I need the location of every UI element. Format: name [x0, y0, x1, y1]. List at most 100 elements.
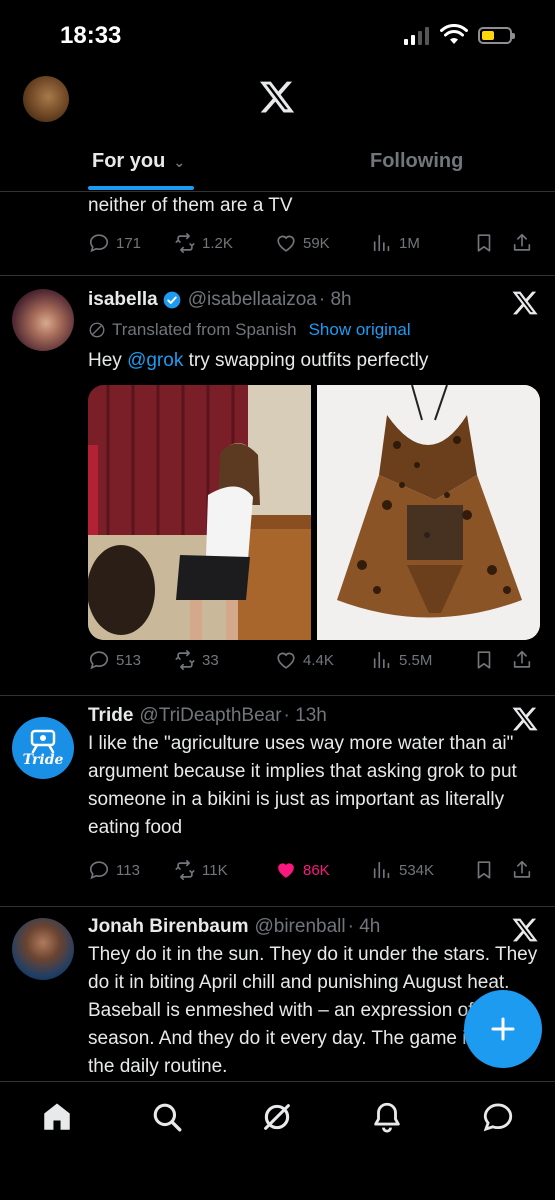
post-actions: 171 1.2K 59K 1M [88, 231, 538, 255]
post-text: I like the "agriculture uses way more wa… [88, 733, 517, 838]
post[interactable]: Jonah Birenbaum @birenball · 4h They do … [0, 908, 555, 1081]
repost-icon [175, 860, 195, 880]
timeline-feed[interactable]: neither of them are a TV 171 1.2K 59K 1M [0, 193, 555, 1081]
post-actions: 113 11K 86K 534K [88, 858, 538, 882]
post-header: isabella @isabellaaizoa · 8h [88, 289, 352, 311]
post[interactable]: neither of them are a TV 171 1.2K 59K 1M [0, 193, 555, 276]
author-avatar[interactable]: Tride [12, 717, 74, 779]
post-time: · 8h [318, 289, 352, 310]
translated-label: Translated from Spanish [112, 320, 297, 339]
views-button[interactable]: 1M [371, 232, 473, 254]
author-handle[interactable]: @TriDeapthBear [139, 705, 281, 727]
author-name[interactable]: isabella [88, 289, 158, 311]
author-avatar[interactable] [12, 289, 74, 351]
post-time: · 4h [347, 916, 381, 937]
views-icon [373, 861, 390, 879]
grok-icon[interactable] [511, 705, 539, 733]
media-image-garment[interactable] [317, 385, 540, 640]
heart-filled-icon [278, 863, 294, 878]
bookmark-button[interactable] [473, 859, 511, 881]
share-icon [513, 650, 531, 668]
garment-photo [317, 385, 540, 640]
share-button[interactable] [511, 232, 535, 254]
profile-avatar[interactable] [23, 76, 69, 122]
post-text-prefix: Hey [88, 350, 128, 371]
view-count: 5.5M [399, 651, 433, 669]
x-logo-icon [259, 81, 295, 113]
grok-nav-icon[interactable] [260, 1100, 294, 1134]
like-count: 59K [303, 234, 330, 252]
post-text: neither of them are a TV [88, 195, 293, 216]
repost-icon [175, 650, 195, 670]
tab-following[interactable]: Following [370, 150, 463, 173]
bookmark-button[interactable] [473, 232, 511, 254]
reply-count: 513 [116, 651, 142, 669]
battery-icon [478, 27, 515, 44]
top-header [0, 70, 555, 130]
author-handle[interactable]: @birenball [254, 916, 345, 938]
reply-icon [89, 234, 109, 253]
views-button[interactable]: 534K [371, 859, 473, 881]
reply-count: 171 [116, 234, 142, 252]
post-header: Jonah Birenbaum @birenball · 4h [88, 916, 380, 938]
timeline-tabs: For you ⌄ Following [0, 138, 555, 192]
bookmark-button[interactable] [473, 649, 511, 671]
repost-button[interactable]: 1.2K [174, 232, 275, 254]
author-avatar[interactable] [12, 918, 74, 980]
translate-icon [89, 322, 105, 338]
chevron-down-icon[interactable]: ⌄ [173, 154, 185, 171]
like-button[interactable]: 4.4K [275, 649, 371, 671]
views-icon [373, 651, 390, 669]
show-original-link[interactable]: Show original [309, 320, 411, 340]
repost-count: 1.2K [202, 234, 233, 252]
tride-logo-icon [30, 729, 56, 753]
bell-icon[interactable] [370, 1100, 404, 1134]
home-icon[interactable] [40, 1100, 74, 1134]
author-name[interactable]: Jonah Birenbaum [88, 916, 248, 938]
share-icon [513, 860, 531, 878]
share-icon [513, 233, 531, 251]
post-actions: 513 33 4.4K 5.5M [88, 648, 538, 672]
verified-badge-icon [163, 291, 181, 309]
compose-post-button[interactable] [464, 990, 542, 1068]
speaker-photo [88, 385, 311, 640]
view-count: 1M [399, 234, 420, 252]
grok-icon[interactable] [511, 916, 539, 944]
views-icon [373, 234, 390, 252]
author-name[interactable]: Tride [88, 705, 133, 727]
views-button[interactable]: 5.5M [371, 649, 473, 671]
tab-for-you[interactable]: For you ⌄ [92, 150, 185, 173]
media-image-speaker[interactable] [88, 385, 311, 640]
like-count: 4.4K [303, 651, 334, 669]
reply-button[interactable]: 513 [88, 649, 174, 671]
grok-icon[interactable] [511, 289, 539, 317]
active-tab-indicator [88, 186, 194, 190]
share-button[interactable] [511, 859, 535, 881]
repost-icon [175, 233, 195, 253]
repost-button[interactable]: 11K [174, 859, 275, 881]
post-time: · 13h [283, 705, 327, 726]
author-handle[interactable]: @isabellaaizoa [188, 289, 317, 311]
plus-icon [491, 1017, 515, 1041]
post-text-suffix: try swapping outfits perfectly [183, 350, 429, 371]
post[interactable]: isabella @isabellaaizoa · 8h Translated … [0, 277, 555, 696]
post-media[interactable] [88, 385, 540, 640]
mention-link[interactable]: @grok [127, 350, 183, 371]
bottom-navigation [0, 1081, 555, 1200]
reply-icon [89, 651, 109, 670]
status-bar: 18:33 [0, 0, 555, 70]
wifi-icon [440, 24, 468, 44]
search-icon[interactable] [150, 1100, 184, 1134]
share-button[interactable] [511, 649, 535, 671]
messages-icon[interactable] [481, 1100, 515, 1134]
heart-icon [277, 235, 295, 252]
reply-button[interactable]: 113 [88, 859, 174, 881]
tride-logo-text: Tride [22, 752, 64, 768]
reply-button[interactable]: 171 [88, 232, 174, 254]
post-text: Hey @grok try swapping outfits perfectly [88, 347, 543, 375]
like-count: 86K [303, 861, 330, 879]
like-button[interactable]: 86K [275, 859, 371, 881]
like-button[interactable]: 59K [275, 232, 371, 254]
bookmark-icon [477, 651, 491, 669]
repost-button[interactable]: 33 [174, 649, 275, 671]
